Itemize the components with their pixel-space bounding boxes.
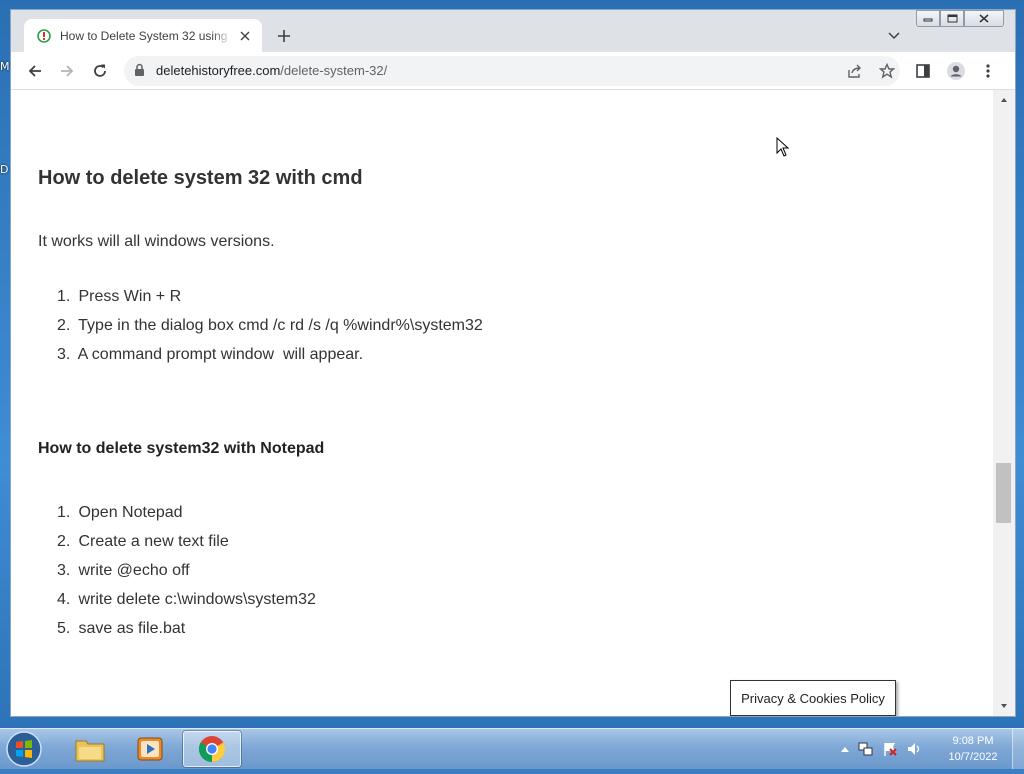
page-content: How to delete system 32 with cmd It work… [11,90,993,716]
network-icon[interactable] [858,741,874,757]
privacy-cookies-button[interactable]: Privacy & Cookies Policy [730,680,896,716]
taskbar-file-explorer[interactable] [61,731,119,767]
desktop-icon-label[interactable]: D [0,163,8,176]
list-item-text: write delete c:\windows\system32 [78,591,316,608]
browser-tab[interactable]: How to Delete System 32 using cmd [24,19,262,52]
address-bar[interactable]: deletehistoryfree.com/delete-system-32/ [124,56,900,86]
forward-arrow-icon[interactable] [55,60,79,82]
action-center-flag-icon[interactable] [882,741,898,757]
list-number: 1. [57,504,71,521]
url-domain: deletehistoryfree.com [156,63,281,78]
list-item: 1. Press Win + R [57,286,483,315]
url-path: /delete-system-32/ [280,63,388,78]
tab-search-chevron-icon[interactable] [885,28,903,44]
list-item: 2. Create a new text file [57,531,316,560]
tab-close-icon[interactable] [236,27,254,45]
list-number: 3. [57,562,71,579]
show-hidden-icons-icon[interactable] [840,745,850,753]
taskbar-clock[interactable]: 9:08 PM 10/7/2022 [940,733,1006,765]
site-favicon-icon [36,28,52,44]
media-player-icon [137,737,163,761]
browser-toolbar: deletehistoryfree.com/delete-system-32/ [11,52,1015,90]
side-panel-icon[interactable] [911,60,935,82]
list-item: 2. Type in the dialog box cmd /c rd /s /… [57,315,483,344]
heading-cmd: How to delete system 32 with cmd [38,167,363,189]
taskbar: 9:08 PM 10/7/2022 [0,728,1024,769]
restore-button[interactable] [940,10,964,27]
tab-strip: How to Delete System 32 using cmd [11,10,1015,52]
browser-window: How to Delete System 32 using cmd [11,10,1015,716]
list-item-text: write @echo off [78,562,190,579]
list-item-text: Type in the dialog box cmd /c rd /s /q %… [78,317,483,334]
scroll-up-arrow-icon[interactable] [998,94,1010,106]
list-item: 3. write @echo off [57,560,316,589]
back-arrow-icon[interactable] [23,60,47,82]
list-number: 3. [57,346,71,363]
list-item-text: Create a new text file [78,533,229,550]
show-desktop-button[interactable] [1012,729,1024,769]
taskbar-media-player[interactable] [121,731,179,767]
list-item-text: save as file.bat [78,620,186,637]
cmd-steps-list: 1. Press Win + R 2. Type in the dialog b… [57,286,483,373]
scrollbar-thumb[interactable] [996,463,1011,523]
scroll-down-arrow-icon[interactable] [998,700,1010,712]
bookmark-star-icon[interactable] [878,62,896,80]
tab-title: How to Delete System 32 using cmd [60,28,232,43]
list-item: 5. save as file.bat [57,618,316,647]
list-item: 3. A command prompt window will appear. [57,344,483,373]
heading-notepad: How to delete system32 with Notepad [38,440,325,457]
share-icon[interactable] [846,62,864,80]
reload-icon[interactable] [88,60,112,82]
start-button[interactable] [4,729,44,769]
close-window-button[interactable] [964,10,1004,27]
clock-date: 10/7/2022 [948,751,998,763]
kebab-menu-icon[interactable] [976,60,1000,82]
clock-time: 9:08 PM [952,735,994,747]
system-tray [840,739,922,759]
taskbar-chrome[interactable] [183,731,241,767]
intro-paragraph: It works will all windows versions. [38,233,275,250]
list-item: 1. Open Notepad [57,502,316,531]
list-number: 4. [57,591,71,608]
list-item-text: Open Notepad [78,504,183,521]
list-number: 1. [57,288,71,305]
url-text[interactable]: deletehistoryfree.com/delete-system-32/ [156,63,387,78]
list-item: 4. write delete c:\windows\system32 [57,589,316,618]
chrome-icon [198,736,226,763]
lock-icon[interactable] [134,63,145,82]
mouse-cursor-icon [776,137,790,157]
notepad-steps-list: 1. Open Notepad 2. Create a new text fil… [57,502,316,647]
vertical-scrollbar[interactable] [993,90,1015,716]
minimize-button[interactable] [916,10,940,27]
profile-avatar-icon[interactable] [944,60,968,82]
desktop-icon-label[interactable]: M [0,60,10,73]
new-tab-icon[interactable] [273,26,295,46]
list-item-text: Press Win + R [78,288,182,305]
list-item-text: A command prompt window will appear. [77,346,364,363]
list-number: 2. [57,533,71,550]
folder-icon [75,740,105,762]
volume-icon[interactable] [906,741,922,757]
windows-orb-icon [6,731,42,767]
list-number: 2. [57,317,71,334]
list-number: 5. [57,620,71,637]
